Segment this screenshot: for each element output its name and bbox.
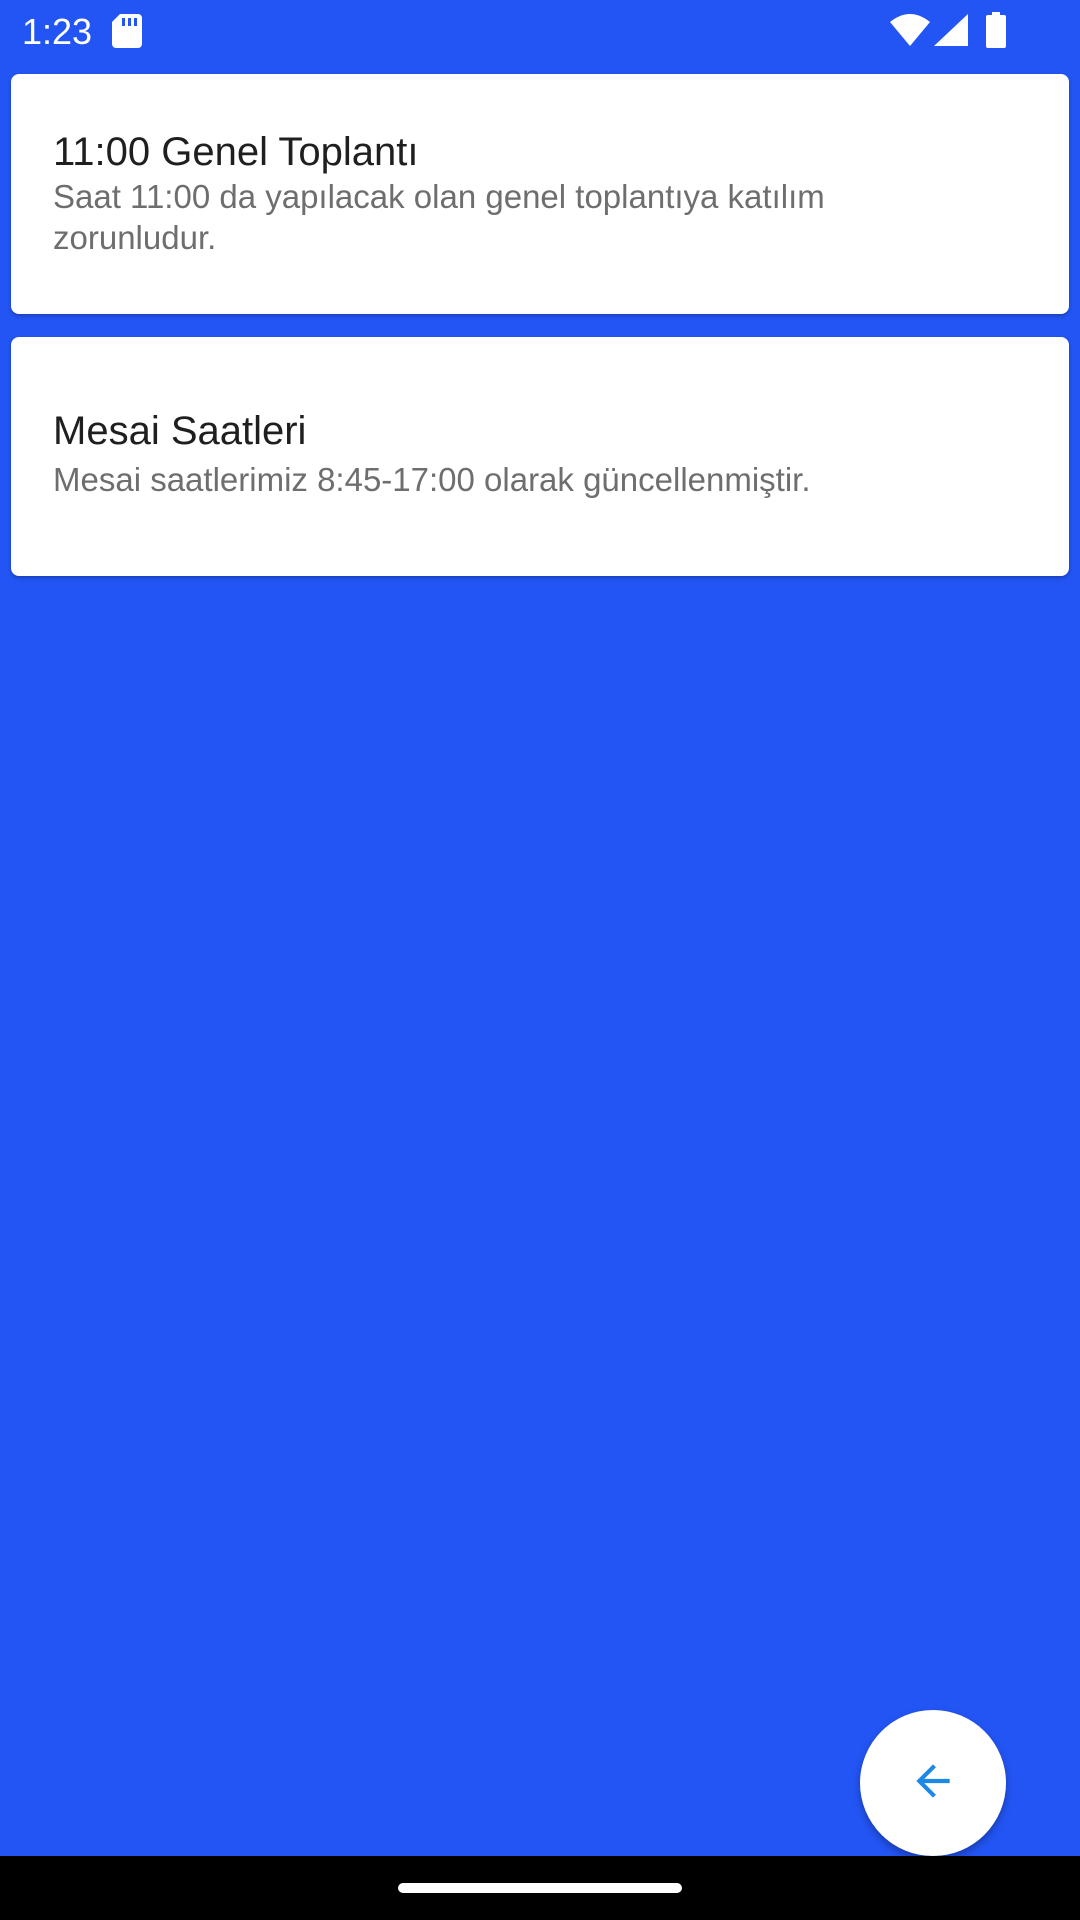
navigation-bar [0, 1856, 1080, 1920]
wifi-icon [890, 14, 930, 51]
arrow-back-icon [908, 1756, 958, 1811]
battery-icon [986, 12, 1006, 53]
status-bar: 1:23 [0, 0, 1080, 64]
cell-signal-icon [934, 14, 968, 51]
announcement-body: Mesai saatlerimiz 8:45-17:00 olarak günc… [53, 461, 811, 498]
announcement-title: Mesai Saatleri [53, 409, 307, 453]
announcement-body: Saat 11:00 da yapılacak olan genel topla… [53, 178, 825, 256]
announcement-title: 11:00 Genel Toplantı [53, 130, 419, 174]
home-gesture-handle[interactable] [398, 1883, 682, 1893]
back-fab-button[interactable] [860, 1710, 1006, 1856]
sd-card-icon [112, 14, 142, 53]
announcement-card[interactable]: Mesai Saatleri Mesai saatlerimiz 8:45-17… [11, 337, 1069, 576]
status-time: 1:23 [22, 11, 93, 52]
announcement-card[interactable]: 11:00 Genel Toplantı Saat 11:00 da yapıl… [11, 74, 1069, 314]
